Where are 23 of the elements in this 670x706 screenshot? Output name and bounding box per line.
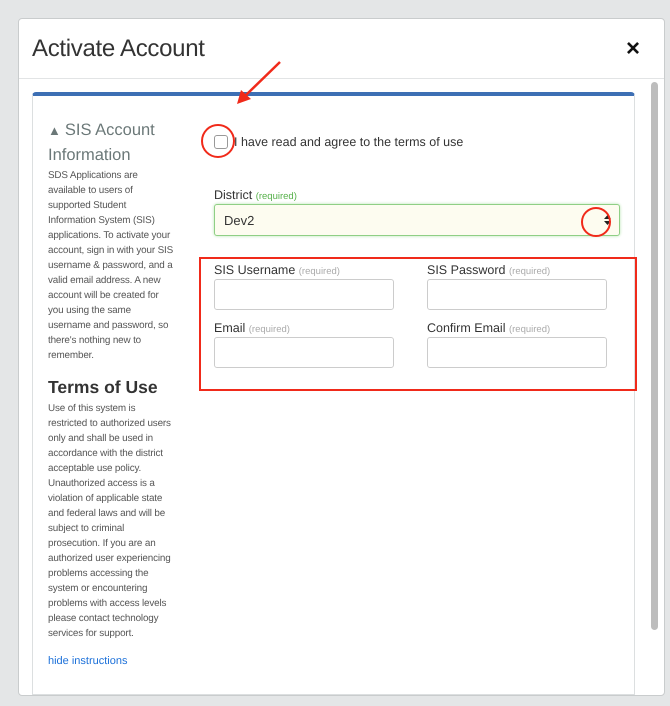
- input-field[interactable]: [214, 279, 394, 310]
- input-field[interactable]: [214, 337, 394, 368]
- scrollbar[interactable]: [651, 82, 658, 630]
- highlight-circle: [201, 124, 235, 158]
- field-label: SIS Password (required): [427, 263, 552, 277]
- highlight-circle: [581, 207, 611, 237]
- terms-heading: Terms of Use: [48, 377, 159, 398]
- field-label: Email (required): [214, 321, 291, 335]
- field-label: Confirm Email (required): [427, 321, 552, 335]
- field-label: SIS Username (required): [214, 263, 341, 277]
- agree-checkbox[interactable]: I have read and agree to the terms of use: [214, 129, 620, 155]
- input-field[interactable]: [427, 279, 607, 310]
- section-heading[interactable]: ▲ SIS Account Information: [48, 118, 176, 168]
- district-select[interactable]: Dev2: [214, 204, 620, 236]
- sort-icon: [604, 215, 611, 225]
- window-title: Activate Account: [32, 34, 205, 62]
- intro-paragraph: SDS Applications are available to users of supported Student Information System (SIS) applications. To activate your account, sign in with your SIS username & password, and a valid email address. A new account will be created for you using the same username and password, so there's nothing new to remember.: [48, 169, 174, 363]
- field-label: District (required): [214, 188, 298, 202]
- terms-paragraph: Use of this system is restricted to authorized users only and shall be used in accordance with the district acceptable use policy. Unauthorized access is a violation of applicable state and federal laws and will be subject to criminal prosecution. If you are an authorized user experiencing problems accessing the system or encountering problems with access levels please contact technology services for support.: [48, 402, 172, 641]
- input-field[interactable]: [427, 337, 607, 368]
- close-button[interactable]: ×: [624, 36, 642, 60]
- hide-instructions-link[interactable]: hide instructions: [48, 655, 176, 667]
- annotation-arrow: [237, 61, 281, 104]
